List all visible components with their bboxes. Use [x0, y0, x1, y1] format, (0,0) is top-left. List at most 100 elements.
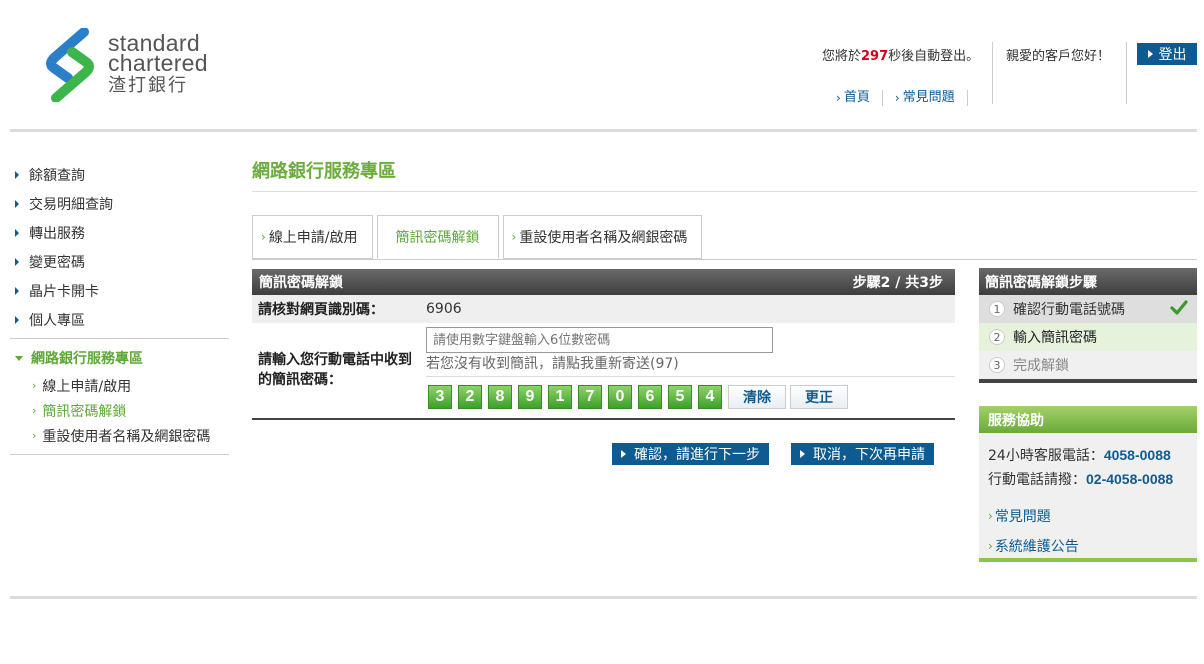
- sidebar-subitem-apply[interactable]: › 線上申請/啟用: [10, 373, 229, 398]
- keypad-key[interactable]: 0: [608, 385, 632, 409]
- step-3: 3 完成解鎖: [979, 351, 1197, 379]
- sidebar-subitem-label: 線上申請/啟用: [42, 378, 132, 395]
- countdown-suffix: 秒後自動登出。: [888, 49, 980, 64]
- step-number: 3: [989, 357, 1005, 373]
- chevron-right-icon: ›: [32, 429, 37, 442]
- mobile-number: 02-4058-0088: [1086, 471, 1174, 487]
- sidebar-subitem-label: 重設使用者名稱及網銀密碼: [42, 428, 211, 445]
- keypad-key[interactable]: 3: [428, 385, 452, 409]
- id-code-row: 請核對網頁識別碼： 6906: [252, 295, 955, 323]
- step-number: 2: [989, 329, 1005, 345]
- logout-label: 登出: [1158, 47, 1187, 63]
- step-number: 1: [989, 301, 1005, 317]
- chevron-right-icon: ›: [32, 379, 37, 392]
- faq-link-label: 常見問題: [902, 90, 955, 105]
- tab-apply[interactable]: › 線上申請/啟用: [252, 215, 373, 259]
- id-code-value: 6906: [426, 301, 462, 317]
- steps-title: 簡訊密碼解鎖步驟: [979, 268, 1197, 295]
- sidebar-item-label: 個人專區: [29, 312, 85, 329]
- sidebar-item-label: 晶片卡開卡: [29, 283, 99, 300]
- tab-bar: › 線上申請/啟用 簡訊密碼解鎖 › 重設使用者名稱及網銀密碼: [252, 215, 706, 259]
- help-faq-link[interactable]: › 常見問題: [979, 501, 1197, 531]
- sidebar-divider: [10, 454, 229, 455]
- faq-link[interactable]: › 常見問題: [883, 90, 968, 106]
- triangle-right-icon: [800, 450, 805, 458]
- sidebar-item-balance[interactable]: 餘額查詢: [10, 160, 229, 189]
- sidebar-subitem-label: 簡訊密碼解鎖: [42, 403, 127, 420]
- otp-input[interactable]: [426, 327, 773, 353]
- home-link[interactable]: › 首頁: [836, 90, 883, 106]
- step-label: 確認行動電話號碼: [1013, 302, 1125, 318]
- bank-logo[interactable]: standard chartered 渣打銀行: [44, 28, 234, 103]
- sidebar-item-transfer[interactable]: 轉出服務: [10, 218, 229, 247]
- sidebar-item-change-password[interactable]: 變更密碼: [10, 247, 229, 276]
- tab-underline: [252, 259, 1197, 260]
- sidebar: 餘額查詢 交易明細查詢 轉出服務 變更密碼 晶片卡開卡 個人專區 網路銀行服務專…: [10, 160, 229, 459]
- triangle-right-icon: [15, 228, 19, 237]
- resend-link[interactable]: 若您沒有收到簡訊，請點我重新寄送(97): [426, 353, 679, 373]
- triangle-right-icon: [15, 199, 19, 208]
- keypad-key[interactable]: 2: [458, 385, 482, 409]
- otp-label: 請輸入您行動電話中收到的簡訊密碼：: [258, 352, 412, 388]
- footer-rule: [10, 596, 1197, 599]
- home-link-label: 首頁: [843, 90, 870, 105]
- triangle-right-icon: [15, 286, 19, 295]
- service-help-box: 服務協助 24小時客服電話： 4058-0088 行動電話請撥： 02-4058-0…: [979, 406, 1197, 562]
- keypad-key[interactable]: 8: [488, 385, 512, 409]
- brand-line-2: chartered: [108, 50, 208, 76]
- sidebar-divider: [10, 338, 229, 339]
- keypad-clear-button[interactable]: 清除: [728, 385, 786, 409]
- sidebar-item-personal[interactable]: 個人專區: [10, 305, 229, 334]
- unlock-steps-box: 簡訊密碼解鎖步驟 1 確認行動電話號碼 2 輸入簡訊密碼 3 完成解鎖: [979, 268, 1197, 383]
- triangle-right-icon: [15, 257, 19, 266]
- id-code-label: 請核對網頁識別碼：: [258, 302, 384, 318]
- header-divider: [992, 42, 993, 104]
- sidebar-section-services[interactable]: 網路銀行服務專區: [10, 343, 229, 373]
- help-link-label: 常見問題: [994, 509, 1051, 525]
- keypad-correct-button[interactable]: 更正: [790, 385, 848, 409]
- sidebar-item-chip-card[interactable]: 晶片卡開卡: [10, 276, 229, 305]
- help-maintenance-link[interactable]: › 系統維護公告: [979, 531, 1197, 561]
- chevron-right-icon: ›: [988, 509, 993, 523]
- triangle-right-icon: [621, 450, 626, 458]
- chevron-right-icon: ›: [894, 91, 900, 105]
- sidebar-item-transactions[interactable]: 交易明細查詢: [10, 189, 229, 218]
- keypad-key[interactable]: 5: [668, 385, 692, 409]
- tab-label: 重設使用者名稱及網銀密碼: [519, 230, 688, 246]
- keypad-key[interactable]: 4: [698, 385, 722, 409]
- standard-chartered-logo-icon: [46, 28, 94, 102]
- checkmark-icon: [1170, 300, 1188, 315]
- countdown-prefix: 您將於: [822, 49, 862, 64]
- keypad-key[interactable]: 9: [518, 385, 542, 409]
- triangle-down-icon: [15, 355, 23, 361]
- logout-button[interactable]: 登出: [1137, 43, 1197, 65]
- chevron-right-icon: ›: [511, 230, 517, 244]
- chevron-right-icon: ›: [261, 230, 266, 244]
- tab-reset[interactable]: › 重設使用者名稱及網銀密碼: [502, 215, 703, 259]
- countdown-seconds: 297: [861, 49, 889, 64]
- sidebar-item-label: 變更密碼: [29, 254, 85, 271]
- sidebar-subitem-reset[interactable]: › 重設使用者名稱及網銀密碼: [10, 423, 229, 448]
- tab-label: 線上申請/啟用: [268, 230, 358, 246]
- panel-header: 簡訊密碼解鎖 步驟2 / 共3步: [252, 269, 955, 295]
- sidebar-item-label: 餘額查詢: [29, 167, 85, 184]
- hotline-number: 4058-0088: [1103, 447, 1171, 463]
- virtual-keypad: 3 2 8 9 1 7 0 6 5 4 清除 更正: [428, 385, 852, 409]
- confirm-button[interactable]: 確認，請進行下一步: [612, 443, 769, 465]
- sidebar-subitem-sms-unlock[interactable]: › 簡訊密碼解鎖: [10, 398, 229, 423]
- tab-sms-unlock[interactable]: 簡訊密碼解鎖: [376, 215, 499, 259]
- panel-title: 簡訊密碼解鎖: [259, 275, 343, 291]
- keypad-key[interactable]: 6: [638, 385, 662, 409]
- step-2: 2 輸入簡訊密碼: [979, 323, 1197, 351]
- triangle-right-icon: [15, 315, 19, 324]
- cancel-button[interactable]: 取消，下次再申請: [791, 443, 934, 465]
- brand-line-3: 渣打銀行: [108, 75, 188, 96]
- sidebar-section-label: 網路銀行服務專區: [31, 351, 143, 367]
- hotline-line: 24小時客服電話： 4058-0088: [979, 443, 1197, 467]
- keypad-key[interactable]: 1: [548, 385, 572, 409]
- help-link-label: 系統維護公告: [994, 539, 1079, 555]
- sidebar-item-label: 交易明細查詢: [29, 196, 113, 213]
- keypad-key[interactable]: 7: [578, 385, 602, 409]
- chevron-right-icon: ›: [988, 539, 993, 553]
- hotline-label: 24小時客服電話：: [988, 448, 1104, 464]
